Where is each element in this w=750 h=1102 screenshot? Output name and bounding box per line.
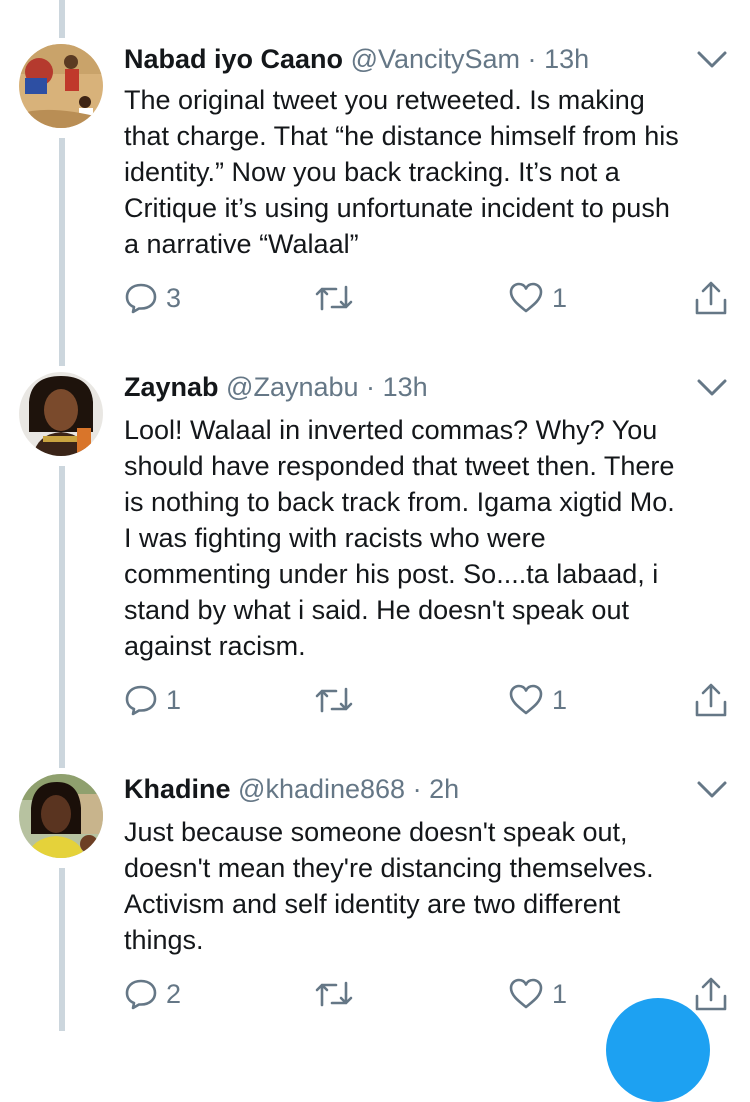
share-button[interactable] (694, 680, 728, 720)
heart-icon (509, 684, 543, 715)
timestamp[interactable]: 2h (429, 774, 459, 804)
chevron-down-icon[interactable] (696, 50, 728, 70)
tweet-actions: 1 1 (124, 680, 734, 720)
display-name[interactable]: Nabad iyo Caano (124, 44, 343, 74)
retweet-button[interactable] (314, 680, 362, 720)
tweet[interactable]: Khadine @khadine868 · 2h Just because so… (0, 762, 750, 1031)
reply-count: 2 (166, 978, 182, 1009)
share-button[interactable] (694, 974, 728, 1014)
heart-icon (509, 978, 543, 1009)
reply-icon (125, 685, 157, 716)
retweet-icon (315, 687, 353, 713)
tweet-header: Zaynab @Zaynabu · 13h (124, 370, 428, 404)
separator-dot: · (527, 44, 537, 74)
tweet-text: Just because someone doesn't speak out, … (124, 817, 654, 955)
retweet-button[interactable] (314, 974, 362, 1014)
tweet-text: The original tweet you retweeted. Is mak… (124, 85, 679, 259)
heart-icon (509, 282, 543, 313)
reply-button[interactable]: 2 (124, 974, 181, 1014)
avatar[interactable] (19, 774, 103, 858)
timestamp[interactable]: 13h (544, 44, 589, 74)
reply-count: 1 (166, 684, 182, 715)
share-icon (695, 281, 727, 315)
like-count: 1 (552, 978, 568, 1009)
tweet[interactable]: Zaynab @Zaynabu · 13h Lool! Walaal in in… (0, 360, 750, 760)
tweet-text: Lool! Walaal in inverted commas? Why? Yo… (124, 415, 675, 661)
user-handle[interactable]: @khadine868 (238, 774, 405, 804)
retweet-icon (315, 981, 353, 1007)
like-button[interactable]: 1 (508, 278, 567, 318)
like-button[interactable]: 1 (508, 974, 567, 1014)
user-handle[interactable]: @Zaynabu (226, 372, 358, 402)
separator-dot: · (366, 372, 376, 402)
avatar[interactable] (19, 372, 103, 456)
reply-button[interactable]: 1 (124, 680, 181, 720)
timestamp[interactable]: 13h (383, 372, 428, 402)
display-name[interactable]: Khadine (124, 774, 231, 804)
reply-icon (125, 283, 157, 314)
tweet-actions: 3 1 (124, 278, 734, 318)
reply-count: 3 (166, 282, 182, 313)
share-icon (695, 683, 727, 717)
share-icon (695, 977, 727, 1011)
retweet-button[interactable] (314, 278, 362, 318)
display-name[interactable]: Zaynab (124, 372, 219, 402)
separator-dot: · (412, 774, 422, 804)
retweet-icon (315, 285, 353, 311)
tweet-header: Nabad iyo Caano @VancitySam · 13h (124, 42, 589, 76)
like-count: 1 (552, 684, 568, 715)
tweet[interactable]: Nabad iyo Caano @VancitySam · 13h The or… (0, 0, 750, 360)
reply-button[interactable]: 3 (124, 278, 181, 318)
like-count: 1 (552, 282, 568, 313)
avatar[interactable] (19, 44, 103, 128)
tweet-header: Khadine @khadine868 · 2h (124, 772, 459, 806)
reply-icon (125, 979, 157, 1010)
chevron-down-icon[interactable] (696, 780, 728, 800)
compose-tweet-button[interactable] (606, 998, 710, 1102)
chevron-down-icon[interactable] (696, 378, 728, 398)
share-button[interactable] (694, 278, 728, 318)
like-button[interactable]: 1 (508, 680, 567, 720)
user-handle[interactable]: @VancitySam (351, 44, 520, 74)
